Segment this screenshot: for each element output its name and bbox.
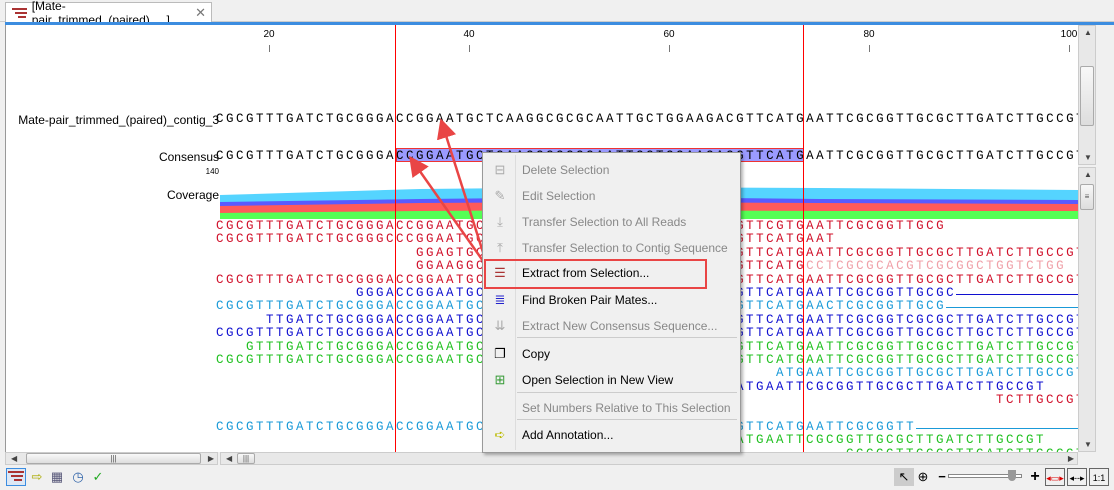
scroll-thumb[interactable]: |||	[26, 453, 201, 464]
coverage-max-label: 140	[205, 167, 219, 176]
menu-item-transfer-selection-to-contig-sequence[interactable]: ⤒ Transfer Selection to Contig Sequence	[485, 236, 738, 260]
transfer-to-reads-icon: ⤓	[497, 214, 503, 229]
add-annotation-icon: ➪	[494, 427, 506, 442]
validation-icon[interactable]: ✓	[88, 468, 108, 486]
soft-clipped-sequence: CCTCGCGCACGTCGCGGCTGGTCTGG	[806, 259, 1067, 274]
vertical-scrollbar-top[interactable]: ▲ ▼	[1078, 25, 1096, 165]
zoom-slider-thumb[interactable]	[1008, 470, 1016, 481]
menu-item-label: Open Selection in New View	[522, 373, 674, 387]
menu-item-label: Add Annotation...	[522, 428, 614, 442]
fit-selection-icon[interactable]: ◂▭▸	[1045, 468, 1065, 486]
context-menu: ⊟ Delete Selection ✎ Edit Selection ⤓ Transfe…	[482, 152, 741, 453]
copy-icon: ❐	[494, 346, 506, 361]
scroll-thumb[interactable]: |||	[237, 453, 255, 464]
menu-item-label: Copy	[522, 347, 551, 361]
menu-separator	[517, 419, 737, 420]
scroll-thumb[interactable]: ≡	[1080, 184, 1094, 210]
translate-view-icon[interactable]: ⇨	[27, 468, 47, 486]
vertical-scrollbar-reads[interactable]: ▲ ≡ ▼	[1078, 167, 1096, 452]
fit-width-icon[interactable]: ◂--▸	[1067, 468, 1087, 486]
close-icon[interactable]: ✕	[195, 5, 206, 21]
transfer-to-contig-icon: ⤒	[497, 240, 503, 255]
ruler-tick-label: 40	[463, 29, 475, 40]
table-view-icon[interactable]: ▦	[47, 468, 67, 486]
mate-pair-line	[916, 428, 1078, 429]
selection-end-line	[803, 25, 804, 452]
delete-selection-icon: ⊟	[494, 162, 506, 177]
broken-pairs-icon: ≣	[494, 292, 506, 307]
extract-consensus-icon: ⇊	[494, 318, 506, 333]
zoom-plus-icon[interactable]: +	[1025, 468, 1045, 486]
menu-item-label: Set Numbers Relative to This Selection	[522, 401, 731, 415]
menu-separator	[517, 337, 737, 338]
scroll-thumb[interactable]	[1080, 66, 1094, 126]
highlight-box	[484, 259, 707, 289]
ruler-tick	[669, 45, 670, 52]
menu-item-delete-selection[interactable]: ⊟ Delete Selection	[485, 158, 738, 182]
ruler-tick-label: 60	[663, 29, 675, 40]
open-new-view-icon: ⊞	[494, 372, 506, 387]
ruler-tick-label: 100	[1060, 29, 1078, 40]
menu-item-label: Delete Selection	[522, 163, 610, 177]
ruler-tick	[469, 45, 470, 52]
menu-item-open-selection-in-new-view[interactable]: ⊞ Open Selection in New View	[485, 368, 738, 392]
consensus-label: Consensus	[158, 150, 219, 164]
menu-item-add-annotation[interactable]: ➪ Add Annotation...	[485, 423, 738, 447]
ruler-tick	[1069, 45, 1070, 52]
read-row[interactable]: ATGAATTCGCGGTTGCGCTTGATCTTGCCGT	[776, 367, 1078, 380]
menu-item-label: Transfer Selection to Contig Sequence	[522, 241, 728, 255]
pointer-tool-icon[interactable]: ↖	[894, 468, 914, 486]
zoom-in-tool-icon[interactable]: ⊕	[913, 468, 933, 486]
read-row[interactable]: TCTTGCCGT	[996, 394, 1078, 407]
menu-item-transfer-selection-to-all-reads[interactable]: ⤓ Transfer Selection to All Reads	[485, 210, 738, 234]
tab-contig[interactable]: [Mate-pair_trimmed_(paired)_...] ✕	[5, 0, 212, 27]
ruler-tick-label: 80	[863, 29, 875, 40]
menu-item-label: Extract New Consensus Sequence...	[522, 319, 718, 333]
contig-view-icon[interactable]	[6, 468, 26, 486]
contig-label: Mate-pair_trimmed_(paired)_contig_3	[18, 113, 219, 127]
coverage-label: Coverage	[166, 188, 219, 202]
menu-item-label: Transfer Selection to All Reads	[522, 215, 687, 229]
contig-icon	[12, 8, 27, 18]
history-icon[interactable]: ◷	[68, 468, 88, 486]
menu-item-label: Edit Selection	[522, 189, 596, 203]
menu-item-label: Find Broken Pair Mates...	[522, 293, 658, 307]
ruler-tick	[869, 45, 870, 52]
edit-selection-icon: ✎	[494, 188, 506, 203]
menu-item-extract-new-consensus-sequence[interactable]: ⇊ Extract New Consensus Sequence...	[485, 314, 738, 338]
menu-item-copy[interactable]: ❐ Copy	[485, 342, 738, 366]
menu-item-set-numbers-relative-to-this-selection[interactable]: Set Numbers Relative to This Selection	[485, 396, 738, 420]
ruler-tick	[269, 45, 270, 52]
ruler-tick-label: 20	[263, 29, 275, 40]
horizontal-scrollbar-sequence[interactable]: ◀ ||| ▶	[220, 452, 1078, 465]
horizontal-scrollbar-labels[interactable]: ◀ ||| ▶	[5, 452, 218, 465]
mate-pair-line	[946, 307, 1078, 309]
contig-sequence[interactable]: CGCGTTTGATCTGCGGGACCGGAATGCTCAAGGCGCGCAA…	[216, 113, 1078, 126]
menu-item-edit-selection[interactable]: ✎ Edit Selection	[485, 184, 738, 208]
menu-item-find-broken-pair-mates[interactable]: ≣ Find Broken Pair Mates...	[485, 288, 738, 312]
mate-pair-line	[956, 294, 1078, 295]
menu-separator	[517, 392, 737, 393]
selection-start-line	[395, 25, 396, 452]
zoom-1-1-icon[interactable]: 1:1	[1089, 468, 1109, 486]
